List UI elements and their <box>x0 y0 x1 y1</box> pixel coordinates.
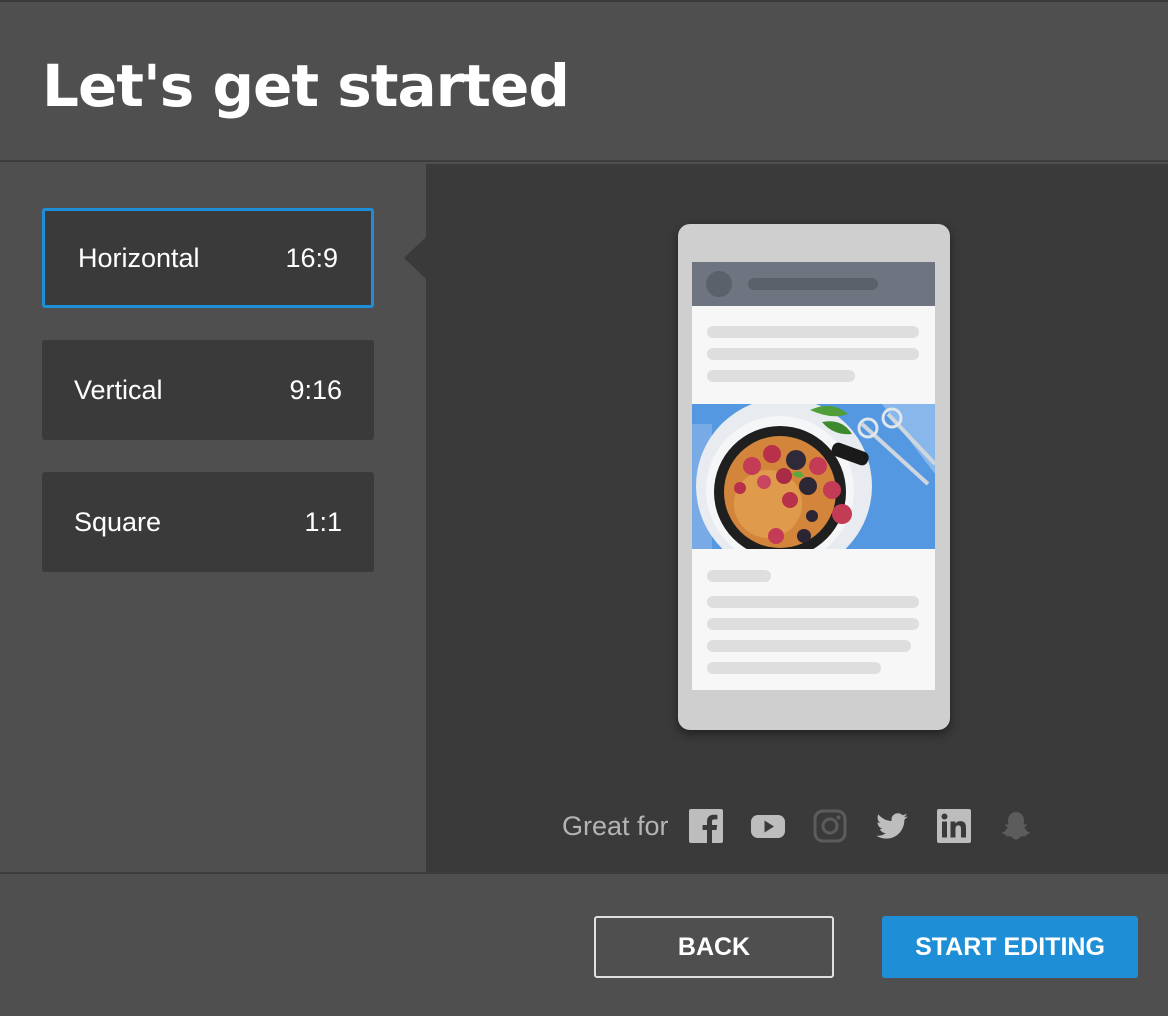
youtube-icon <box>750 809 785 843</box>
snapchat-icon <box>999 809 1033 843</box>
selection-pointer <box>404 236 427 280</box>
option-horizontal[interactable]: Horizontal 16:9 <box>42 208 374 308</box>
great-for-row: Great for <box>562 809 1061 843</box>
option-ratio: 16:9 <box>285 242 338 273</box>
preview-panel: Great for <box>426 164 1168 872</box>
option-square[interactable]: Square 1:1 <box>42 472 374 572</box>
text-placeholder <box>707 618 919 630</box>
post-header-bar <box>692 262 935 306</box>
footer: BACK START EDITING <box>0 872 1168 1016</box>
text-placeholder <box>707 570 771 582</box>
linkedin-icon <box>936 809 971 843</box>
phone-screen <box>692 262 935 690</box>
text-placeholder <box>707 326 919 338</box>
instagram-icon <box>813 809 847 843</box>
format-sidebar: Horizontal 16:9 Vertical 9:16 Square 1:1 <box>0 164 426 872</box>
text-placeholder <box>707 662 881 674</box>
text-placeholder <box>707 348 919 360</box>
text-placeholder <box>707 640 911 652</box>
avatar-placeholder <box>706 271 732 297</box>
option-label: Vertical <box>74 374 163 405</box>
twitter-icon <box>875 809 909 843</box>
text-placeholder <box>707 370 855 382</box>
great-for-label: Great for <box>562 810 669 841</box>
page-title: Let's get started <box>42 52 570 120</box>
back-button[interactable]: BACK <box>594 916 834 978</box>
start-editing-button[interactable]: START EDITING <box>882 916 1138 978</box>
option-ratio: 9:16 <box>289 374 342 405</box>
phone-mockup <box>678 224 950 730</box>
name-placeholder <box>748 278 878 290</box>
option-ratio: 1:1 <box>304 506 342 537</box>
text-placeholder <box>707 596 919 608</box>
facebook-icon <box>688 809 723 843</box>
food-image <box>692 404 935 549</box>
option-vertical[interactable]: Vertical 9:16 <box>42 340 374 440</box>
option-label: Horizontal <box>78 242 200 273</box>
option-label: Square <box>74 506 162 537</box>
header: Let's get started <box>0 0 1168 162</box>
